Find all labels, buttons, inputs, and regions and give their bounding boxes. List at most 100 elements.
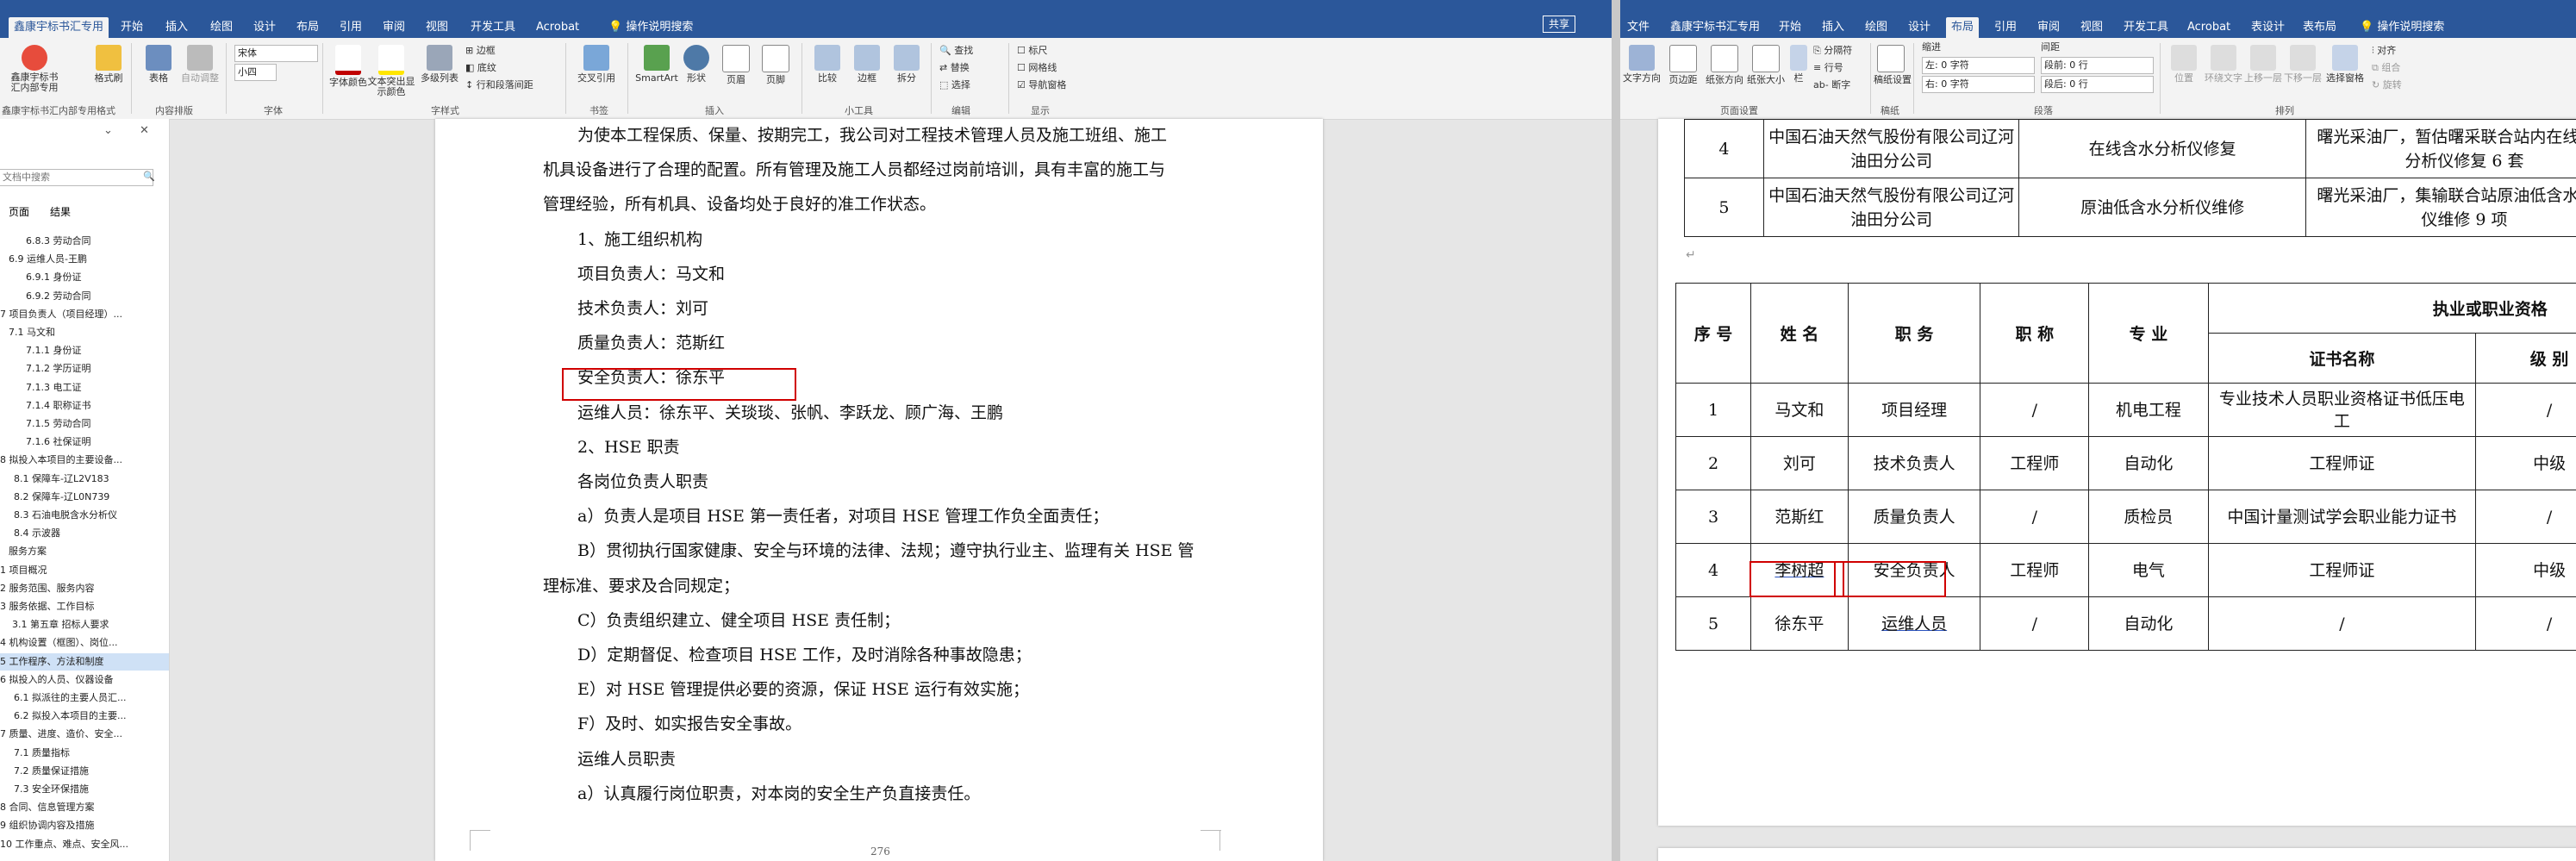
- nav-heading-item[interactable]: 8 拟投入本项目的主要设备...: [0, 452, 169, 469]
- spacing-before-field[interactable]: 段前: 0 行: [2041, 57, 2154, 74]
- tab-references[interactable]: 引用: [1989, 17, 2022, 38]
- nav-heading-item[interactable]: 6.9.2 劳动合同: [0, 288, 169, 305]
- position-button[interactable]: 位置: [2165, 43, 2203, 98]
- smartart-button[interactable]: SmartArt: [634, 43, 679, 98]
- indent-left-field[interactable]: 左: 0 字符: [1922, 57, 2035, 74]
- document-page[interactable]: 为使本工程保质、保量、按期完工，我公司对工程技术管理人员及施工班组、施工 机具设备…: [435, 119, 1323, 861]
- tab-insert[interactable]: 插入: [1817, 17, 1849, 38]
- nav-heading-item[interactable]: 6.9.1 身份证: [0, 269, 169, 286]
- tab-layout[interactable]: 布局: [291, 17, 324, 38]
- nav-heading-item[interactable]: 7.1.4 职称证书: [0, 397, 169, 415]
- tab-table-design[interactable]: 表设计: [2246, 17, 2290, 38]
- tab-search[interactable]: 💡 操作说明搜索: [603, 17, 698, 38]
- nav-heading-item[interactable]: 7.1.1 身份证: [0, 342, 169, 359]
- nav-heading-item[interactable]: 8.3 石油电脱含水分析仪: [0, 507, 169, 524]
- ruler-checkbox[interactable]: ☐ 标尺: [1017, 43, 1047, 59]
- nav-heading-item[interactable]: 6 拟投入的人员、仪器设备: [0, 671, 169, 689]
- send-backward-button[interactable]: 下移一层: [2284, 43, 2322, 98]
- shading-button[interactable]: ◧ 底纹: [465, 60, 496, 76]
- columns-button[interactable]: 栏: [1787, 43, 1810, 98]
- nav-heading-item[interactable]: 8.4 示波器: [0, 525, 169, 542]
- nav-heading-item[interactable]: 7.1 质量指标: [0, 745, 169, 762]
- format-painter-button[interactable]: 格式刷: [86, 43, 131, 98]
- tab-design[interactable]: 设计: [248, 17, 281, 38]
- nav-heading-item[interactable]: 7.1.3 电工证: [0, 379, 169, 396]
- tab-developer[interactable]: 开发工具: [465, 17, 521, 38]
- nav-heading-item[interactable]: 2 服务范围、服务内容: [0, 580, 169, 597]
- tab-acrobat[interactable]: Acrobat: [531, 17, 584, 38]
- nav-heading-item[interactable]: 7.3 安全环保措施: [0, 781, 169, 798]
- wrap-text-button[interactable]: 环绕文字: [2205, 43, 2242, 98]
- nav-heading-item[interactable]: 7.1.2 学历证明: [0, 360, 169, 377]
- hyphenation-button[interactable]: ab- 断字: [1813, 78, 1850, 93]
- nav-heading-item[interactable]: 7 质量、进度、造价、安全...: [0, 726, 169, 743]
- nav-heading-item[interactable]: 3 服务依据、工作目标: [0, 598, 169, 615]
- tab-insert[interactable]: 插入: [160, 17, 193, 38]
- navigation-pane-checkbox[interactable]: ☑ 导航窗格: [1017, 78, 1066, 93]
- shapes-button[interactable]: 形状: [677, 43, 715, 98]
- nav-heading-item[interactable]: 6.8.3 劳动合同: [0, 233, 169, 250]
- nav-heading-item[interactable]: 10 工作重点、难点、安全风...: [0, 836, 169, 853]
- tab-acrobat[interactable]: Acrobat: [2182, 17, 2236, 38]
- tab-home[interactable]: 开始: [1774, 17, 1806, 38]
- nav-heading-item[interactable]: 服务方案: [0, 543, 169, 560]
- tab-developer[interactable]: 开发工具: [2118, 17, 2174, 38]
- autofit-button[interactable]: 自动调整: [178, 43, 222, 98]
- select-button[interactable]: ⬚ 选择: [939, 78, 970, 93]
- footer-button[interactable]: 页脚: [757, 43, 795, 98]
- bring-forward-button[interactable]: 上移一层: [2244, 43, 2282, 98]
- nav-heading-item[interactable]: 7 项目负责人（项目经理）...: [0, 306, 169, 323]
- tab-table-layout[interactable]: 表布局: [2298, 17, 2342, 38]
- find-button[interactable]: 🔍 查找: [939, 43, 973, 59]
- gridlines-checkbox[interactable]: ☐ 网格线: [1017, 60, 1057, 76]
- nav-heading-item[interactable]: 7.2 质量保证措施: [0, 763, 169, 780]
- margins-button[interactable]: 页边距: [1663, 43, 1703, 98]
- nav-heading-item[interactable]: 7.1 马文和: [0, 324, 169, 341]
- tab-file[interactable]: 文件: [1622, 17, 1655, 38]
- split-button[interactable]: 拆分: [888, 43, 926, 98]
- tab-xky-special[interactable]: 鑫康宇标书汇专用: [1665, 17, 1765, 38]
- nav-heading-item[interactable]: 8.2 保障车-辽L0N739: [0, 489, 169, 506]
- share-button[interactable]: 共享: [1543, 16, 1576, 33]
- tab-references[interactable]: 引用: [334, 17, 367, 38]
- orientation-button[interactable]: 纸张方向: [1705, 43, 1744, 98]
- font-name-combo[interactable]: 宋体: [234, 45, 318, 62]
- group-button[interactable]: ⧉ 组合: [2372, 60, 2400, 76]
- borders-button[interactable]: ⊞ 边框: [465, 43, 496, 59]
- replace-button[interactable]: ⇄ 替换: [939, 60, 970, 76]
- tab-xky-special[interactable]: 鑫康宇标书汇专用: [9, 17, 109, 38]
- tab-view[interactable]: 视图: [2075, 17, 2108, 38]
- breaks-button[interactable]: ⎘ 分隔符: [1813, 43, 1852, 59]
- line-spacing-button[interactable]: ↕ 行和段落间距: [465, 78, 533, 93]
- nav-tab-results[interactable]: 结果: [50, 204, 71, 219]
- rotate-button[interactable]: ↻ 旋转: [2372, 78, 2402, 93]
- nav-heading-item[interactable]: 9 组织协调内容及措施: [0, 817, 169, 834]
- table-button[interactable]: 表格: [136, 43, 181, 98]
- indent-right-field[interactable]: 右: 0 字符: [1922, 76, 2035, 93]
- tab-design[interactable]: 设计: [1903, 17, 1936, 38]
- tab-review[interactable]: 审阅: [2032, 17, 2065, 38]
- tab-draw[interactable]: 绘图: [1860, 17, 1893, 38]
- highlight-button[interactable]: 文本突出显示颜色: [367, 43, 415, 98]
- multilevel-list-button[interactable]: 多级列表: [417, 43, 462, 98]
- tab-home[interactable]: 开始: [115, 17, 148, 38]
- close-icon[interactable]: ✕: [140, 124, 149, 137]
- nav-heading-item[interactable]: 6.9 运维人员-王鹏: [0, 251, 169, 268]
- nav-heading-item[interactable]: 8 合同、信息管理方案: [0, 799, 169, 816]
- chevron-down-icon[interactable]: ⌄: [103, 124, 113, 137]
- nav-heading-item[interactable]: 1 项目概况: [0, 562, 169, 579]
- nav-heading-item[interactable]: 6.1 拟派往的主要人员汇...: [0, 689, 169, 707]
- nav-heading-item[interactable]: 8.1 保障车-辽L2V183: [0, 471, 169, 488]
- nav-heading-item[interactable]: 5 工作程序、方法和制度: [0, 652, 169, 671]
- nav-heading-item[interactable]: 6.2 拟投入本项目的主要...: [0, 708, 169, 725]
- selection-pane-button[interactable]: 选择窗格: [2323, 43, 2367, 98]
- nav-heading-item[interactable]: 7.1.5 劳动合同: [0, 415, 169, 433]
- tab-layout[interactable]: 布局: [1946, 17, 1980, 38]
- tab-view[interactable]: 视图: [421, 17, 453, 38]
- tab-review[interactable]: 审阅: [377, 17, 410, 38]
- manuscript-setup-button[interactable]: 稿纸设置: [1874, 43, 1912, 98]
- xky-internal-button[interactable]: 鑫康宇标书汇内部专用: [7, 43, 62, 98]
- nav-heading-item[interactable]: 3.1 第五章 招标人要求: [0, 616, 169, 633]
- document-page[interactable]: 4 中国石油天然气股份有限公司辽河油田分公司 在线含水分析仪修复 曙光采油厂，暂估曙采…: [1658, 119, 2576, 826]
- tab-search[interactable]: 💡 操作说明搜索: [2355, 17, 2449, 38]
